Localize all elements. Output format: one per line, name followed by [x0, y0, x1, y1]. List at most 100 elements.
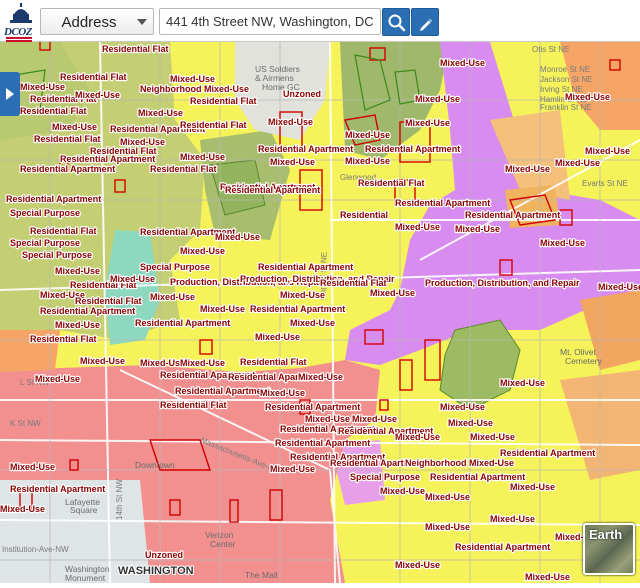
zone-label: Mixed-Use	[215, 232, 260, 242]
search-mode-label: Address	[61, 14, 117, 31]
zone-label: Neighborhood Mixed-Use	[405, 458, 514, 468]
zone-label: Residential Apartment	[455, 542, 550, 552]
basemap-label: Square	[70, 505, 98, 515]
zone-label: Mixed-Use	[180, 152, 225, 162]
zone-label: Residential Flat	[75, 296, 142, 306]
zone-label: Special Purpose	[140, 262, 210, 272]
road-label: Otis St NE	[532, 45, 569, 54]
zone-label: Residential Apartment	[225, 185, 320, 195]
zone-label: Residential Flat	[240, 357, 307, 367]
zone-label: Residential Flat	[102, 44, 169, 54]
zone-label: Mixed-Use	[180, 358, 225, 368]
zone-label: Residential Flat	[30, 226, 97, 236]
search-mode-select[interactable]: Address	[40, 8, 154, 35]
pencil-icon	[420, 19, 432, 31]
road-label: Jackson St NE	[540, 75, 592, 84]
zone-label: Special Purpose	[22, 250, 92, 260]
zone-label: Mixed-Use	[405, 118, 450, 128]
zone-label: Mixed-Use	[290, 318, 335, 328]
zone-label: Residential Flat	[20, 106, 87, 116]
draw-button[interactable]	[411, 8, 439, 36]
zone-label: Mixed-Use	[555, 158, 600, 168]
zone-label: Mixed-Use	[455, 224, 500, 234]
zone-label: Mixed-Use	[255, 332, 300, 342]
zone-label: Mixed-Use	[470, 432, 515, 442]
zone-label: Mixed-Use	[380, 486, 425, 496]
zone-label: Mixed-Use	[598, 282, 640, 292]
zone-label: Residential Apartment	[135, 318, 230, 328]
zone-label: Mixed-Use	[75, 90, 120, 100]
city-label: WASHINGTON	[118, 565, 194, 577]
zone-label: Residential Apartment	[40, 306, 135, 316]
zone-label: Mixed-Use	[200, 304, 245, 314]
expand-right-icon	[6, 88, 14, 100]
basemap-label: The Mall	[245, 570, 278, 580]
capitol-dome-icon	[10, 3, 32, 23]
zone-label: Mixed-Use	[510, 482, 555, 492]
zone-label: Residential Flat	[190, 96, 257, 106]
road-label: Monroe St NE	[540, 65, 590, 74]
zone-label: Mixed-Use	[370, 288, 415, 298]
zone-label: Mixed-Use	[268, 117, 313, 127]
zone-label: Residential Apartment	[175, 386, 270, 396]
zone-label: Mixed-Use	[55, 266, 100, 276]
search-toolbar: DCOZ Address	[0, 0, 640, 42]
zone-label: Mixed-Use	[448, 418, 493, 428]
zone-label: Mixed-Use	[20, 82, 65, 92]
zone-label: Residential Apartment	[465, 210, 560, 220]
side-panel-toggle[interactable]	[0, 72, 20, 116]
zone-label: Production, Distribution, and Repair	[425, 278, 580, 288]
zone-label: Special Purpose	[10, 208, 80, 218]
zone-label: Mixed-Use	[10, 462, 55, 472]
zone-label: Mixed-Use	[425, 522, 470, 532]
search-button[interactable]	[382, 8, 410, 36]
zone-label: Residential Apartment	[258, 262, 353, 272]
basemap-label: Cemetery	[565, 356, 603, 366]
earth-view-button[interactable]: Earth	[583, 523, 635, 575]
zone-label: Mixed-Use	[180, 246, 225, 256]
zone-label: Residential Apartment	[258, 144, 353, 154]
zone-label: Mixed-Use	[585, 146, 630, 156]
zoning-map[interactable]: US Soldiers & Airmens Home GC Downtown L…	[0, 0, 640, 583]
road-label: Institution-Ave-NW	[2, 545, 69, 554]
zone-label: Residential Apartment	[250, 304, 345, 314]
zone-label: Special Purpose	[350, 472, 420, 482]
zone-label: Residential Apartment	[365, 144, 460, 154]
zone-label: Residential	[340, 210, 388, 220]
zone-label: Residential Apartment	[20, 164, 115, 174]
zone-label: Mixed-Use	[305, 414, 350, 424]
zone-label: Residential Flat	[34, 134, 101, 144]
basemap-label: Monument	[65, 573, 106, 583]
zone-label: Mixed-Use	[425, 492, 470, 502]
zone-label: Mixed-Use	[395, 222, 440, 232]
zoning-map-canvas[interactable]: US Soldiers & Airmens Home GC Downtown L…	[0, 0, 640, 583]
zone-label: Residential Apartment	[6, 194, 101, 204]
zone-label: Mixed-Use	[540, 238, 585, 248]
zone-label: Mixed-Use	[260, 388, 305, 398]
zone-label: Residential Flat	[358, 178, 425, 188]
road-label: 14th St NW	[115, 479, 124, 520]
zone-label: Residential Flat	[160, 400, 227, 410]
zone-label: Mixed-Use	[395, 560, 440, 570]
zone-label: Residential Flat	[150, 164, 217, 174]
zone-label: Mixed-Use	[280, 290, 325, 300]
zone-label: Mixed-Use	[525, 572, 570, 582]
address-search-input[interactable]	[159, 8, 381, 35]
zone-label: Mixed-Use	[345, 130, 390, 140]
zone-label: Mixed-Use	[52, 122, 97, 132]
zone-label: Mixed-Use	[298, 372, 343, 382]
zone-label: Residential Apartment	[500, 448, 595, 458]
zone-label: Mixed-Use	[270, 157, 315, 167]
zone-label: Mixed-Use	[140, 358, 185, 368]
zone-label: Mixed-Use	[440, 58, 485, 68]
zone-label: Residential Flat	[320, 278, 387, 288]
zone-label: Residential Apartment	[430, 472, 525, 482]
zone-label: Mixed-Use	[0, 504, 45, 514]
basemap-label: Downtown	[135, 460, 175, 470]
zone-label: Residential Apartment	[275, 438, 370, 448]
dcoz-logo[interactable]: DCOZ	[4, 2, 38, 42]
zone-label: Special Purpose	[10, 238, 80, 248]
zone-label: Unzoned	[145, 550, 183, 560]
search-icon	[388, 14, 406, 32]
zone-label: Mixed-Use	[138, 108, 183, 118]
